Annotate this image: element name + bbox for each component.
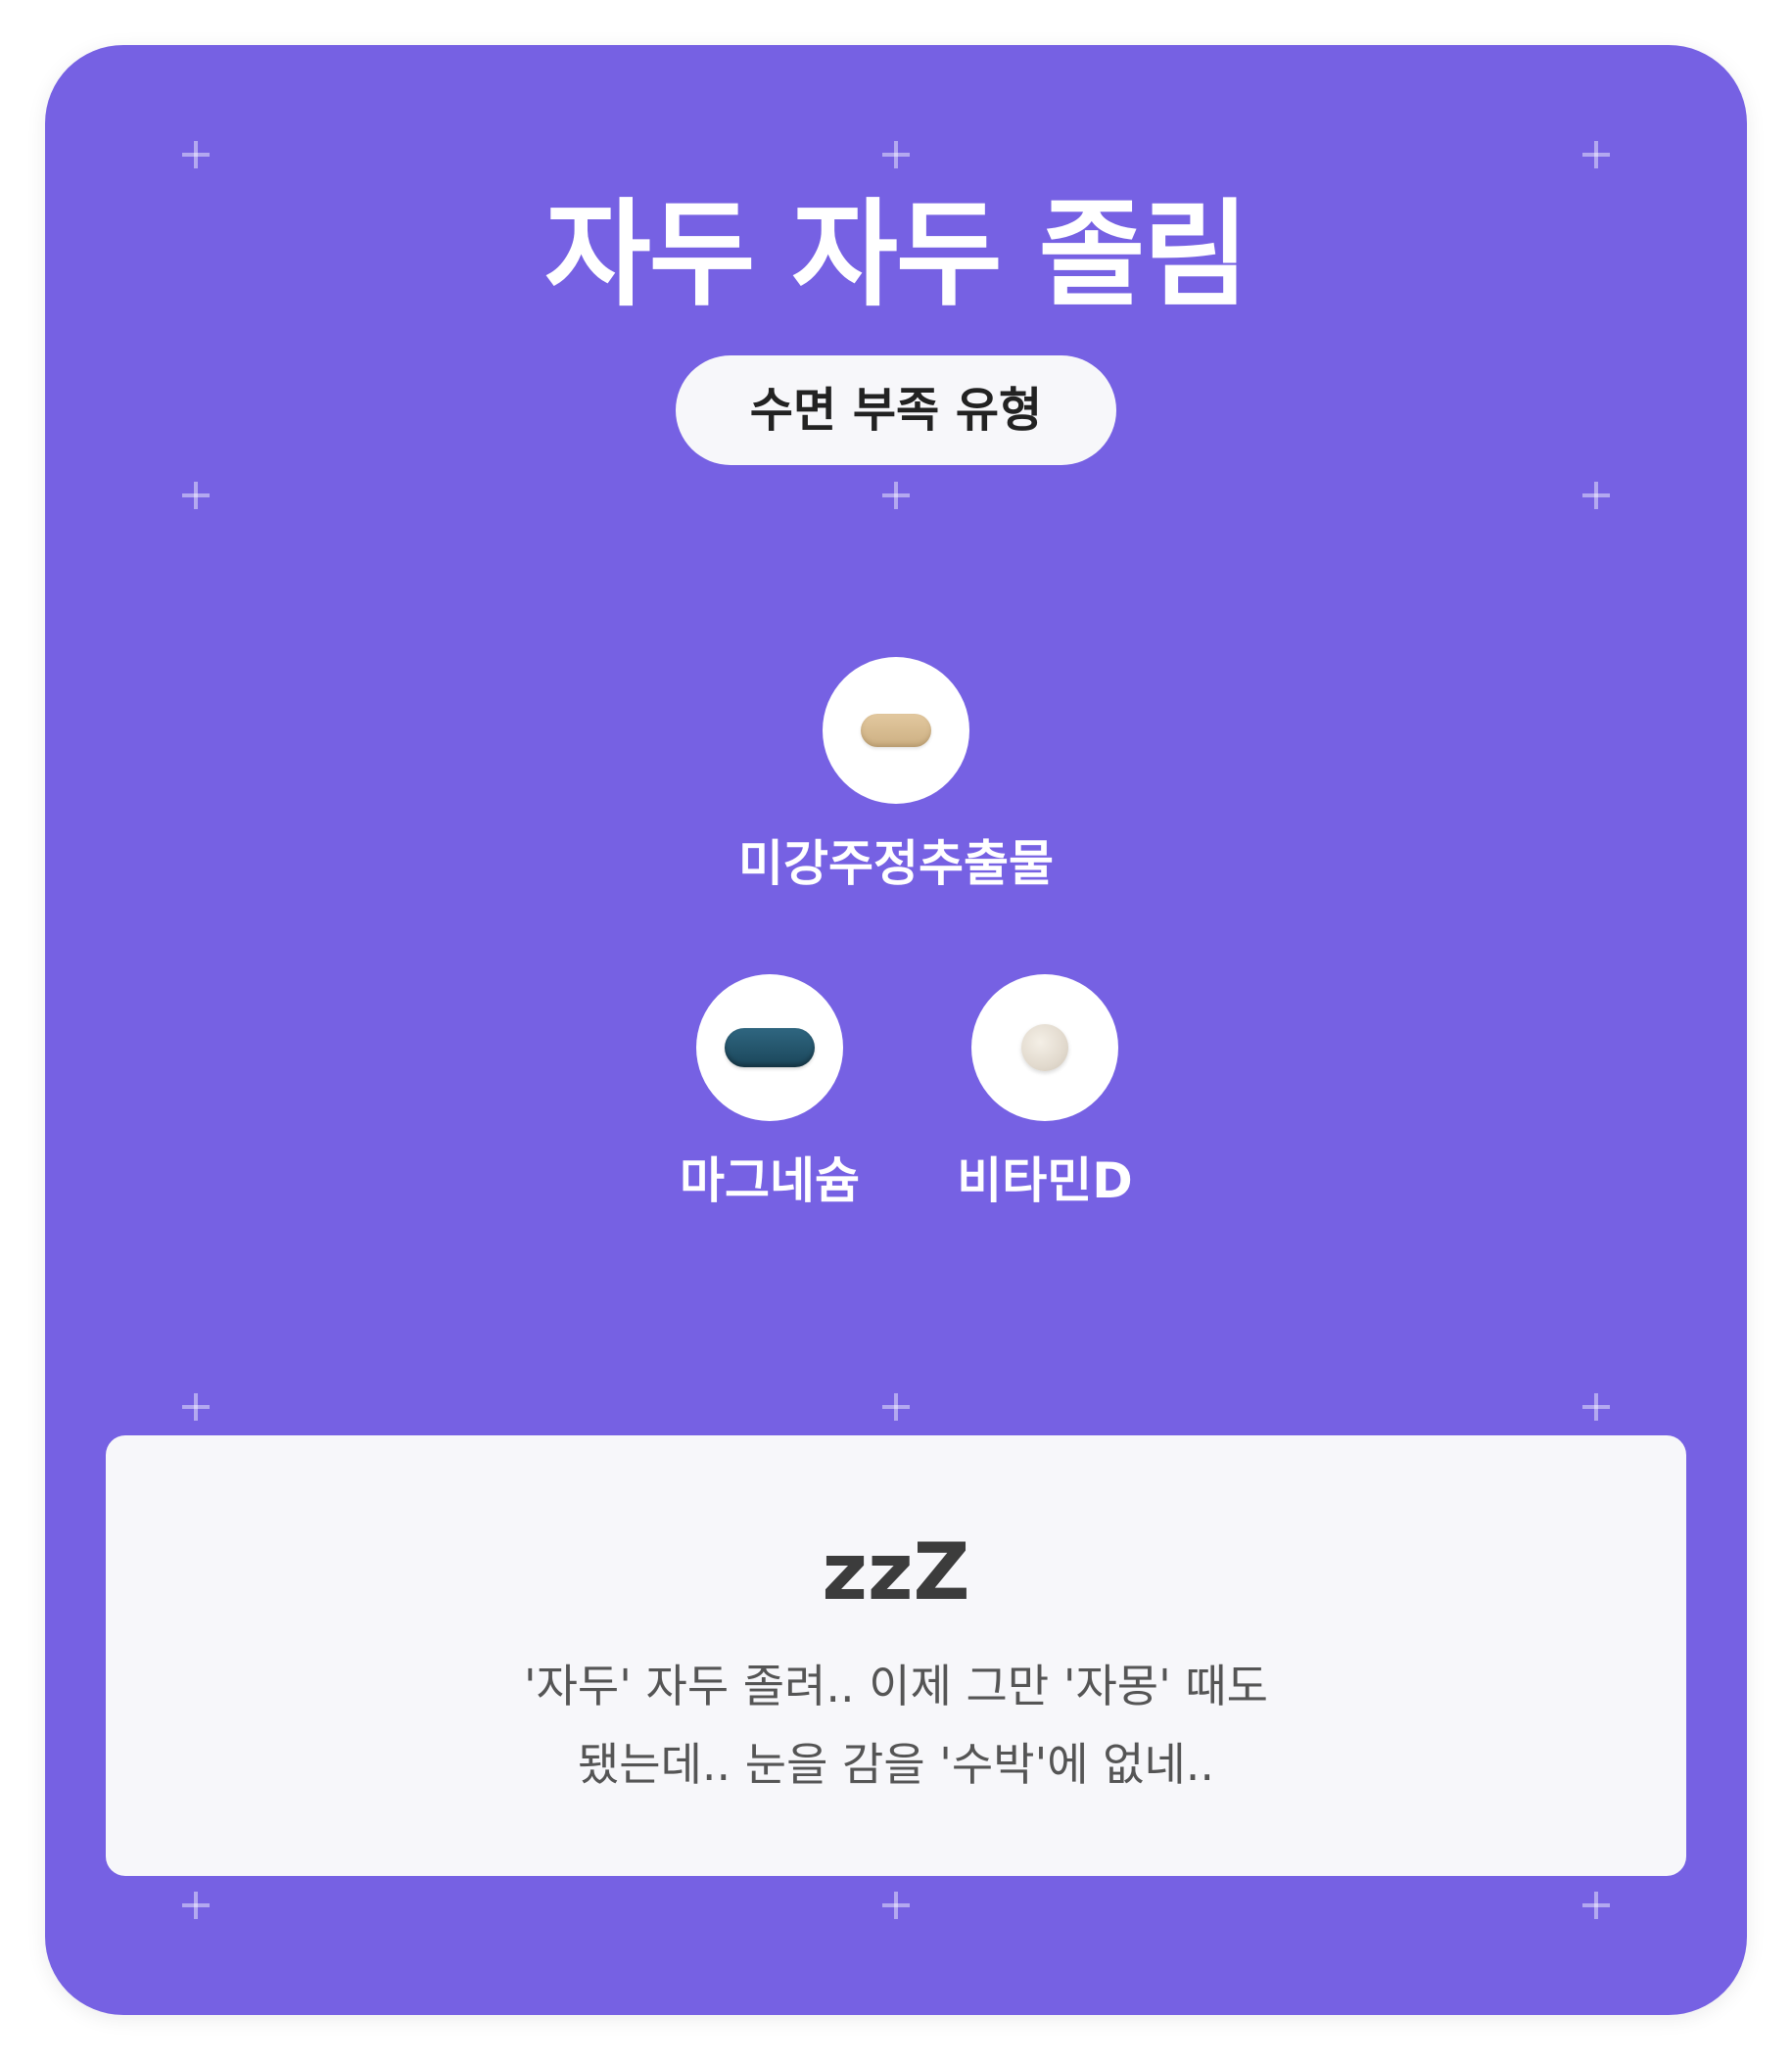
result-title: 자두 자두 졸림	[544, 187, 1250, 322]
plus-icon	[882, 1393, 910, 1421]
comment-text: '자두' 자두 졸려.. 이제 그만 '자몽' 때도 됐는데.. 눈을 감을 '…	[106, 1647, 1686, 1804]
supplement-item-vitamin-d	[971, 974, 1118, 1121]
beige-capsule-icon	[861, 714, 931, 747]
comment-box: zzZ '자두' 자두 졸려.. 이제 그만 '자몽' 때도 됐는데.. 눈을 …	[106, 1435, 1686, 1876]
comment-line: 됐는데.. 눈을 감을 '수박'에 없네..	[577, 1738, 1215, 1791]
plus-icon	[1582, 141, 1610, 168]
supplement-label: 비타민D	[957, 1152, 1133, 1209]
plus-icon	[882, 482, 910, 509]
round-tablet-icon	[1021, 1024, 1068, 1071]
comment-line: '자두' 자두 졸려.. 이제 그만 '자몽' 때도	[523, 1660, 1269, 1712]
supplement-label: 미강주정추출물	[738, 835, 1054, 892]
plus-icon	[182, 482, 210, 509]
plus-icon	[182, 141, 210, 168]
plus-icon	[1582, 1393, 1610, 1421]
plus-icon	[182, 1393, 210, 1421]
blue-capsule-icon	[725, 1028, 815, 1067]
plus-icon	[1582, 1892, 1610, 1919]
plus-icon	[882, 1892, 910, 1919]
plus-icon	[182, 1892, 210, 1919]
type-badge: 수면 부족 유형	[676, 355, 1116, 465]
plus-icon	[1582, 482, 1610, 509]
supplement-item-rice-bran	[823, 657, 969, 804]
comment-heading: zzZ	[822, 1526, 970, 1617]
supplement-item-magnesium	[696, 974, 843, 1121]
plus-icon	[882, 141, 910, 168]
